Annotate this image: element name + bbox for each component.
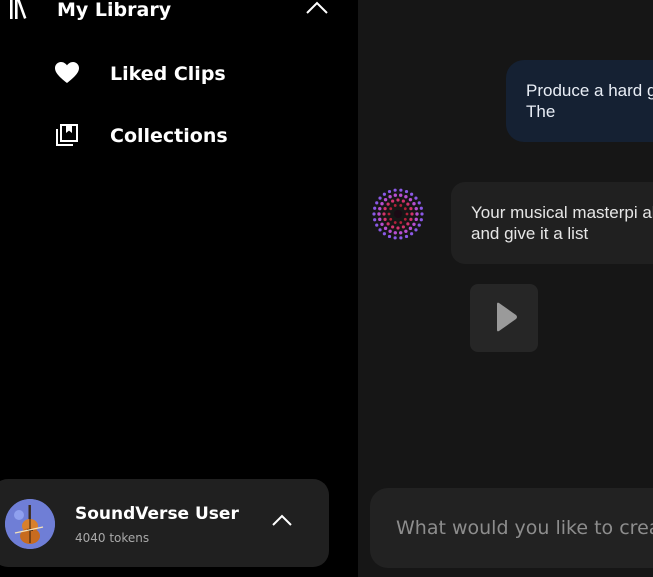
prompt-input[interactable] (396, 512, 653, 544)
my-library-title: My Library (57, 0, 172, 21)
collections-icon (54, 122, 80, 148)
heart-icon (54, 60, 80, 86)
soundverse-orb-icon (371, 187, 425, 241)
user-message-bubble: Produce a hard guitar in it. The (506, 60, 653, 142)
sidebar-item-liked-clips[interactable]: Liked Clips (50, 56, 330, 92)
my-library-header[interactable]: My Library (0, 0, 340, 28)
app-window: My Library Liked Clips Collections Sound… (0, 0, 653, 577)
sidebar-item-collections[interactable]: Collections (50, 118, 330, 154)
chat-panel: Produce a hard guitar in it. The Your mu… (358, 0, 653, 577)
assistant-message-bubble: Your musical masterpi ahead and give it … (451, 182, 653, 264)
token-count: 4040 tokens (75, 531, 150, 545)
sidebar-item-label: Collections (110, 125, 228, 147)
play-icon (494, 301, 518, 333)
play-button[interactable] (470, 284, 538, 352)
prompt-input-container (370, 488, 653, 568)
sidebar: My Library Liked Clips Collections Sound… (0, 0, 358, 577)
assistant-message-text: Your musical masterpi ahead and give it … (471, 203, 653, 243)
cello-avatar-icon (5, 499, 55, 549)
chevron-up-icon[interactable] (305, 0, 329, 16)
chevron-up-icon[interactable] (270, 512, 294, 528)
user-name: SoundVerse User (75, 504, 239, 524)
user-message-text: Produce a hard guitar in it. The (526, 81, 653, 121)
user-account-card[interactable]: SoundVerse User 4040 tokens (0, 479, 329, 567)
sidebar-item-label: Liked Clips (110, 63, 226, 85)
library-books-icon (8, 0, 34, 22)
